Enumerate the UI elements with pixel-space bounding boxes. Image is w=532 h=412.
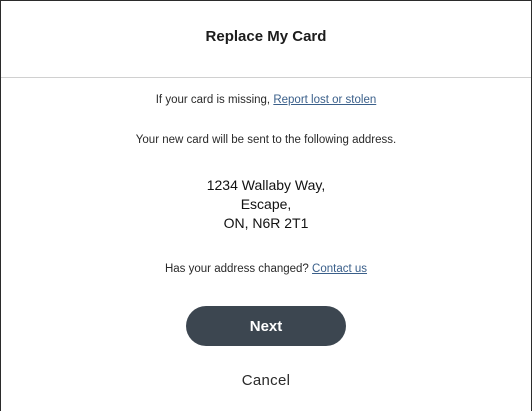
address-changed-message: Has your address changed? Contact us [1,263,531,275]
address-changed-text: Has your address changed? [164,263,313,275]
mailing-address: 1234 Wallaby Way, Escape, ON, N6R 2T1 [1,176,531,233]
address-line-city: Escape, [240,196,292,212]
delivery-message: Your new card will be sent to the follow… [135,134,397,146]
dialog-title: Replace My Card [205,27,327,45]
dialog-header: Replace My Card [1,1,531,78]
card-missing-text: If your card is missing, [155,94,274,106]
address-line-province-postal: ON, N6R 2T1 [223,215,309,231]
card-missing-message: If your card is missing, Report lost or … [1,94,531,106]
replace-card-dialog: Replace My Card If your card is missing,… [0,0,532,411]
contact-us-link[interactable]: Contact us [312,263,367,275]
next-button[interactable]: Next [186,306,346,346]
address-line-street: 1234 Wallaby Way, [206,177,326,193]
report-lost-or-stolen-link[interactable]: Report lost or stolen [273,94,376,106]
cancel-button[interactable]: Cancel [216,366,316,394]
